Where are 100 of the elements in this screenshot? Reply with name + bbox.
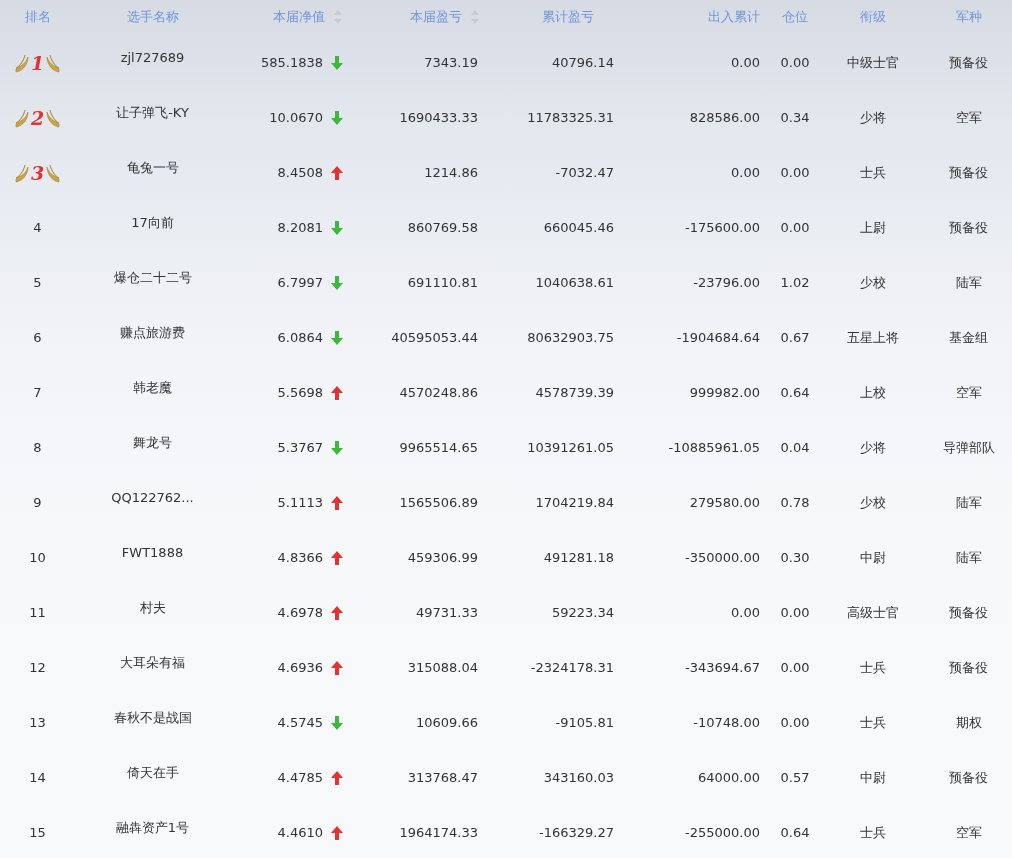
table-cell: 0.00 (780, 220, 810, 235)
rank-number: 8 (33, 440, 42, 455)
player-name[interactable]: 融犇资产1号 (115, 818, 190, 837)
table-cell: 预备役 (949, 603, 988, 622)
player-name[interactable]: 让子弹飞-KY (116, 103, 189, 122)
table-cell: 高级士官 (846, 603, 899, 622)
net-value: 8.2081 (277, 220, 323, 235)
rank-number: 10 (29, 550, 46, 565)
player-name[interactable]: QQ122762... (111, 490, 194, 505)
player-name[interactable]: FWT1888 (121, 545, 184, 560)
player-name[interactable]: 韩老魔 (133, 378, 172, 397)
table-cell: 860769.58 (407, 220, 478, 235)
table-cell: 少将 (859, 438, 886, 457)
table-cell: 11783325.31 (527, 110, 614, 125)
player-name[interactable]: 赚点旅游费 (120, 323, 185, 342)
net-value: 5.3767 (277, 440, 323, 455)
table-cell: 士兵 (859, 163, 886, 182)
table-cell: 10609.66 (415, 715, 478, 730)
player-name[interactable]: 龟兔一号 (126, 158, 179, 177)
table-cell: 1964174.33 (399, 825, 478, 840)
table-cell: 0.78 (780, 495, 810, 510)
player-name[interactable]: 春秋不是战国 (113, 708, 192, 727)
column-header: 仓位 (782, 7, 808, 26)
table-cell: -350000.00 (685, 550, 760, 565)
player-name[interactable]: 舞龙号 (133, 433, 172, 452)
player-name[interactable]: 爆仓二十二号 (113, 268, 192, 287)
net-value: 4.6978 (277, 605, 323, 620)
table-cell: 1.02 (780, 275, 810, 290)
column-header: 排名 (24, 7, 51, 26)
table-cell: 0.34 (780, 110, 810, 125)
table-cell: -255000.00 (685, 825, 760, 840)
table-cell: 预备役 (949, 768, 988, 787)
table-cell: 空军 (955, 383, 982, 402)
table-cell: -2324178.31 (530, 660, 614, 675)
rank-number: 15 (29, 825, 46, 840)
table-cell: -23796.00 (693, 275, 760, 290)
rank-number: 12 (29, 660, 46, 675)
table-cell: -7032.47 (555, 165, 614, 180)
player-name[interactable]: 17向前 (131, 213, 174, 232)
net-value: 8.4508 (277, 165, 323, 180)
column-header: 累计盈亏 (541, 7, 594, 26)
column-header: 选手名称 (126, 7, 179, 26)
player-name[interactable]: 大耳朵有福 (120, 653, 185, 672)
table-cell: 343160.03 (543, 770, 614, 785)
table-cell: -10748.00 (693, 715, 760, 730)
player-name[interactable]: 村夫 (139, 598, 166, 617)
table-cell: 上校 (859, 383, 886, 402)
net-value: 10.0670 (269, 110, 323, 125)
table-cell: 1690433.33 (399, 110, 478, 125)
table-cell: 0.00 (780, 605, 810, 620)
table-cell: 313768.47 (407, 770, 478, 785)
table-cell: 0.30 (780, 550, 810, 565)
table-cell: 0.64 (780, 385, 810, 400)
table-cell: 691110.81 (407, 275, 478, 290)
net-value: 4.5745 (277, 715, 323, 730)
table-cell: 士兵 (859, 658, 886, 677)
column-header: 军种 (955, 7, 982, 26)
table-cell: 4570248.86 (399, 385, 478, 400)
table-cell: 预备役 (949, 218, 988, 237)
table-cell: -175600.00 (685, 220, 760, 235)
rank-number: 1 (30, 51, 45, 74)
table-cell: 49731.33 (415, 605, 478, 620)
table-cell: 999982.00 (689, 385, 760, 400)
rank-number: 5 (33, 275, 42, 290)
player-name[interactable]: 倚天在手 (126, 763, 179, 782)
table-cell: 10391261.05 (527, 440, 614, 455)
rank-number: 2 (30, 106, 45, 129)
table-cell: 9965514.65 (399, 440, 478, 455)
table-cell: 士兵 (859, 713, 886, 732)
table-cell: 0.00 (731, 165, 760, 180)
table-cell: 1214.86 (424, 165, 478, 180)
net-value: 4.8366 (277, 550, 323, 565)
net-value: 4.4785 (277, 770, 323, 785)
table-cell: 空军 (955, 823, 982, 842)
table-cell: 279580.00 (689, 495, 760, 510)
table-cell: 0.00 (731, 55, 760, 70)
table-cell: 0.00 (780, 715, 810, 730)
net-value: 585.1838 (260, 55, 323, 70)
net-value: 4.4610 (277, 825, 323, 840)
rank-number: 3 (30, 161, 45, 184)
rank-number: 6 (33, 330, 42, 345)
column-header: 衔级 (859, 7, 886, 26)
table-cell: 期权 (955, 713, 982, 732)
table-cell: 五星上将 (846, 328, 899, 347)
table-cell: 少将 (859, 108, 886, 127)
table-cell: 1704219.84 (535, 495, 614, 510)
table-cell: 491281.18 (543, 550, 614, 565)
table-cell: -10885961.05 (668, 440, 760, 455)
table-cell: 中尉 (859, 768, 886, 787)
net-value: 4.6936 (277, 660, 323, 675)
net-value: 6.7997 (277, 275, 323, 290)
rank-number: 4 (33, 220, 42, 235)
player-name[interactable]: zjl727689 (120, 50, 185, 65)
table-cell: 基金组 (949, 328, 988, 347)
table-cell: 少校 (859, 493, 886, 512)
table-cell: 导弹部队 (942, 438, 995, 457)
table-cell: 预备役 (949, 53, 988, 72)
table-cell: 1565506.89 (399, 495, 478, 510)
table-cell: 59223.34 (551, 605, 614, 620)
table-cell: 0.67 (780, 330, 810, 345)
